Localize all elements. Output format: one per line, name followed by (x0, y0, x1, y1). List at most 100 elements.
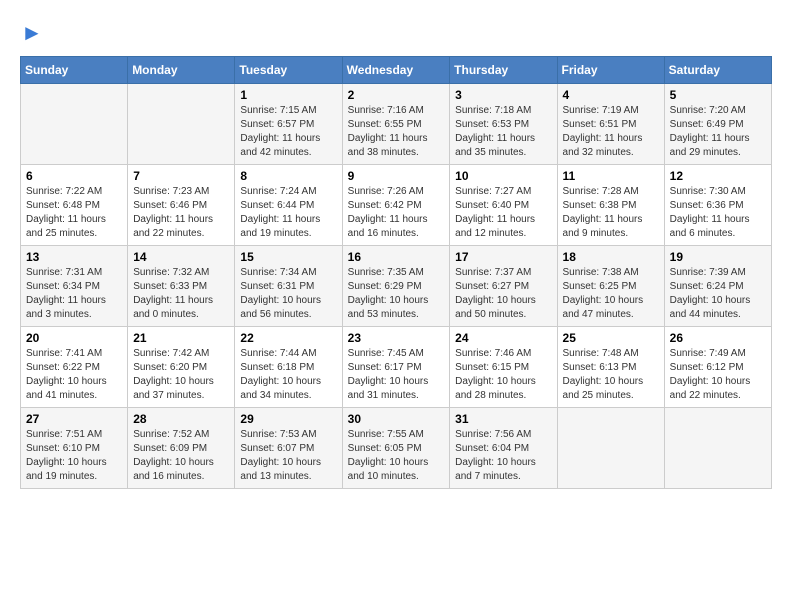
sunrise-text: Sunrise: 7:20 AM (670, 105, 746, 116)
calendar-cell (21, 84, 128, 165)
sunrise-text: Sunrise: 7:42 AM (133, 348, 209, 359)
sunrise-text: Sunrise: 7:46 AM (455, 348, 531, 359)
sunrise-text: Sunrise: 7:28 AM (563, 186, 639, 197)
calendar-cell: 28 Sunrise: 7:52 AM Sunset: 6:09 PM Dayl… (128, 408, 235, 489)
calendar-cell: 10 Sunrise: 7:27 AM Sunset: 6:40 PM Dayl… (450, 165, 557, 246)
daylight-text: Daylight: 10 hours and 41 minutes. (26, 376, 107, 401)
calendar-cell: 20 Sunrise: 7:41 AM Sunset: 6:22 PM Dayl… (21, 327, 128, 408)
sunrise-text: Sunrise: 7:51 AM (26, 429, 102, 440)
calendar-cell: 23 Sunrise: 7:45 AM Sunset: 6:17 PM Dayl… (342, 327, 450, 408)
sunrise-text: Sunrise: 7:35 AM (348, 267, 424, 278)
day-number: 26 (670, 331, 766, 345)
daylight-text: Daylight: 10 hours and 13 minutes. (240, 457, 321, 482)
day-number: 25 (563, 331, 659, 345)
day-number: 3 (455, 88, 551, 102)
day-number: 15 (240, 250, 336, 264)
day-number: 5 (670, 88, 766, 102)
calendar-cell: 13 Sunrise: 7:31 AM Sunset: 6:34 PM Dayl… (21, 246, 128, 327)
calendar-cell: 5 Sunrise: 7:20 AM Sunset: 6:49 PM Dayli… (664, 84, 771, 165)
sunrise-text: Sunrise: 7:16 AM (348, 105, 424, 116)
calendar-cell (128, 84, 235, 165)
calendar-cell: 6 Sunrise: 7:22 AM Sunset: 6:48 PM Dayli… (21, 165, 128, 246)
calendar-cell: 21 Sunrise: 7:42 AM Sunset: 6:20 PM Dayl… (128, 327, 235, 408)
daylight-text: Daylight: 11 hours and 9 minutes. (563, 214, 643, 239)
sunset-text: Sunset: 6:25 PM (563, 281, 637, 292)
day-number: 13 (26, 250, 122, 264)
day-number: 24 (455, 331, 551, 345)
sunset-text: Sunset: 6:12 PM (670, 362, 744, 373)
sunrise-text: Sunrise: 7:24 AM (240, 186, 316, 197)
day-number: 7 (133, 169, 229, 183)
calendar-cell: 4 Sunrise: 7:19 AM Sunset: 6:51 PM Dayli… (557, 84, 664, 165)
calendar-cell: 22 Sunrise: 7:44 AM Sunset: 6:18 PM Dayl… (235, 327, 342, 408)
sunset-text: Sunset: 6:48 PM (26, 200, 100, 211)
sunset-text: Sunset: 6:20 PM (133, 362, 207, 373)
sunrise-text: Sunrise: 7:26 AM (348, 186, 424, 197)
sunset-text: Sunset: 6:24 PM (670, 281, 744, 292)
sunrise-text: Sunrise: 7:37 AM (455, 267, 531, 278)
day-of-week-header: Friday (557, 57, 664, 84)
daylight-text: Daylight: 10 hours and 22 minutes. (670, 376, 751, 401)
day-number: 16 (348, 250, 445, 264)
day-number: 21 (133, 331, 229, 345)
calendar-cell (664, 408, 771, 489)
daylight-text: Daylight: 11 hours and 16 minutes. (348, 214, 428, 239)
day-of-week-header: Wednesday (342, 57, 450, 84)
daylight-text: Daylight: 11 hours and 22 minutes. (133, 214, 213, 239)
daylight-text: Daylight: 11 hours and 38 minutes. (348, 133, 428, 158)
calendar-week-row: 6 Sunrise: 7:22 AM Sunset: 6:48 PM Dayli… (21, 165, 772, 246)
sunset-text: Sunset: 6:10 PM (26, 443, 100, 454)
daylight-text: Daylight: 10 hours and 47 minutes. (563, 295, 644, 320)
daylight-text: Daylight: 11 hours and 6 minutes. (670, 214, 750, 239)
calendar-cell: 14 Sunrise: 7:32 AM Sunset: 6:33 PM Dayl… (128, 246, 235, 327)
calendar-cell: 3 Sunrise: 7:18 AM Sunset: 6:53 PM Dayli… (450, 84, 557, 165)
day-number: 2 (348, 88, 445, 102)
calendar-cell: 29 Sunrise: 7:53 AM Sunset: 6:07 PM Dayl… (235, 408, 342, 489)
sunset-text: Sunset: 6:29 PM (348, 281, 422, 292)
sunset-text: Sunset: 6:22 PM (26, 362, 100, 373)
daylight-text: Daylight: 10 hours and 53 minutes. (348, 295, 429, 320)
sunset-text: Sunset: 6:42 PM (348, 200, 422, 211)
sunrise-text: Sunrise: 7:31 AM (26, 267, 102, 278)
day-number: 20 (26, 331, 122, 345)
daylight-text: Daylight: 10 hours and 10 minutes. (348, 457, 429, 482)
day-number: 27 (26, 412, 122, 426)
sunset-text: Sunset: 6:40 PM (455, 200, 529, 211)
calendar-cell: 15 Sunrise: 7:34 AM Sunset: 6:31 PM Dayl… (235, 246, 342, 327)
day-number: 9 (348, 169, 445, 183)
sunset-text: Sunset: 6:34 PM (26, 281, 100, 292)
sunset-text: Sunset: 6:55 PM (348, 119, 422, 130)
sunset-text: Sunset: 6:57 PM (240, 119, 314, 130)
day-number: 12 (670, 169, 766, 183)
sunset-text: Sunset: 6:51 PM (563, 119, 637, 130)
daylight-text: Daylight: 10 hours and 16 minutes. (133, 457, 214, 482)
sunset-text: Sunset: 6:05 PM (348, 443, 422, 454)
calendar-cell: 2 Sunrise: 7:16 AM Sunset: 6:55 PM Dayli… (342, 84, 450, 165)
sunrise-text: Sunrise: 7:39 AM (670, 267, 746, 278)
calendar-cell: 26 Sunrise: 7:49 AM Sunset: 6:12 PM Dayl… (664, 327, 771, 408)
day-number: 4 (563, 88, 659, 102)
sunset-text: Sunset: 6:36 PM (670, 200, 744, 211)
day-number: 11 (563, 169, 659, 183)
day-of-week-header: Thursday (450, 57, 557, 84)
daylight-text: Daylight: 11 hours and 19 minutes. (240, 214, 320, 239)
day-number: 19 (670, 250, 766, 264)
daylight-text: Daylight: 10 hours and 25 minutes. (563, 376, 644, 401)
logo: ► (20, 20, 43, 46)
calendar-cell: 9 Sunrise: 7:26 AM Sunset: 6:42 PM Dayli… (342, 165, 450, 246)
day-number: 6 (26, 169, 122, 183)
sunrise-text: Sunrise: 7:53 AM (240, 429, 316, 440)
day-number: 30 (348, 412, 445, 426)
sunset-text: Sunset: 6:38 PM (563, 200, 637, 211)
day-number: 14 (133, 250, 229, 264)
sunrise-text: Sunrise: 7:30 AM (670, 186, 746, 197)
sunset-text: Sunset: 6:13 PM (563, 362, 637, 373)
sunset-text: Sunset: 6:31 PM (240, 281, 314, 292)
calendar-cell: 18 Sunrise: 7:38 AM Sunset: 6:25 PM Dayl… (557, 246, 664, 327)
sunrise-text: Sunrise: 7:19 AM (563, 105, 639, 116)
calendar-week-row: 1 Sunrise: 7:15 AM Sunset: 6:57 PM Dayli… (21, 84, 772, 165)
day-number: 29 (240, 412, 336, 426)
daylight-text: Daylight: 10 hours and 28 minutes. (455, 376, 536, 401)
daylight-text: Daylight: 10 hours and 7 minutes. (455, 457, 536, 482)
daylight-text: Daylight: 10 hours and 31 minutes. (348, 376, 429, 401)
